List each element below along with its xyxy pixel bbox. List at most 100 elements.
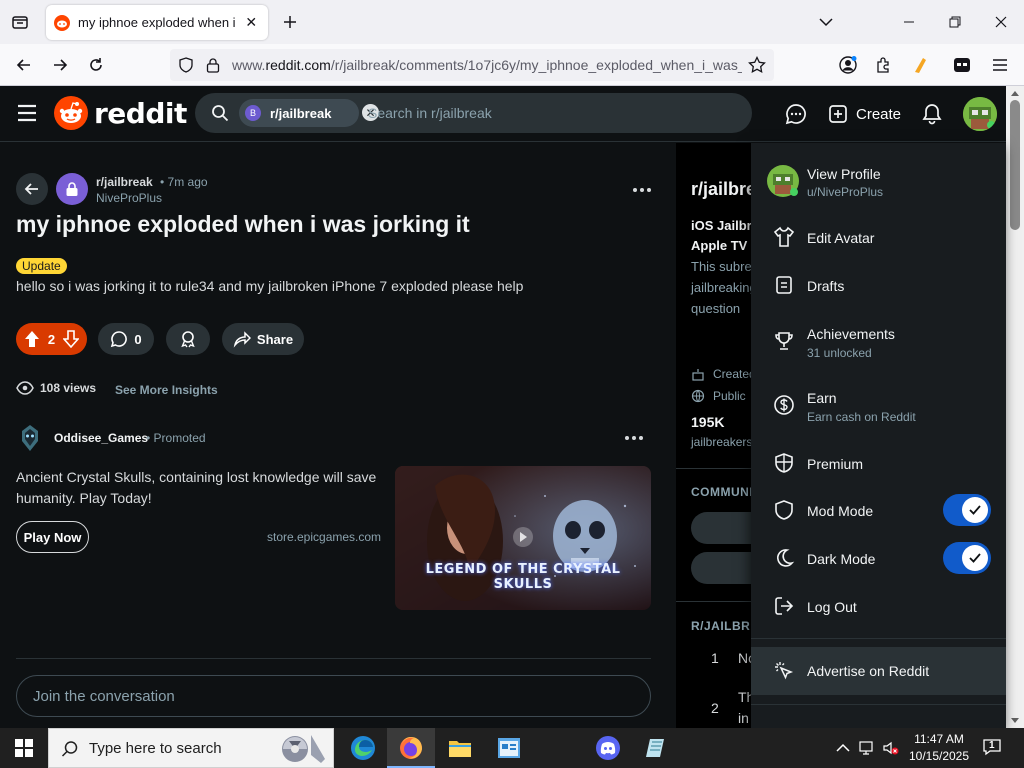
members-label: jailbreakers [691,435,753,449]
user-avatar-button[interactable] [963,97,997,131]
minimize-button[interactable] [895,8,923,36]
list-all-tabs-button[interactable] [812,8,840,36]
lock-icon[interactable] [206,57,220,73]
menu-dark-mode[interactable]: Dark Mode [751,537,1006,579]
menu-view-profile[interactable]: View Profile u/NiveProPlus [751,161,1006,205]
taskbar-discord[interactable] [584,728,632,768]
notifications-button[interactable] [920,102,944,126]
taskbar-notepad-app[interactable] [632,728,680,768]
menu-drafts[interactable]: Drafts [751,265,1006,305]
bookmark-star-icon[interactable] [748,56,766,74]
search-scope-chip[interactable]: B r/jailbreak ✕ [239,99,379,127]
community-bookmark-pill[interactable] [691,512,756,544]
play-now-button[interactable]: Play Now [16,521,89,553]
hamburger-menu-icon[interactable] [16,103,38,123]
upvote-icon[interactable] [24,330,40,348]
sidebar-title[interactable]: r/jailbreak [691,179,756,200]
back-button[interactable] [10,51,38,79]
network-icon[interactable] [858,740,876,756]
account-button[interactable] [834,51,862,79]
rules-section-label: R/JAILBREAK [691,619,756,633]
dark-mode-toggle[interactable] [943,542,991,574]
dot-icon [633,188,637,192]
extension-pen-button[interactable] [906,51,934,79]
taskbar-edge[interactable] [339,728,387,768]
dot-icon [647,188,651,192]
comment-input[interactable]: Join the conversation [16,675,651,717]
ad-overflow-menu[interactable] [620,431,648,445]
lock-icon [66,182,78,196]
menu-advertise[interactable]: Advertise on Reddit [751,647,1006,695]
menu-achievements[interactable]: Achievements 31 unlocked [751,317,1006,365]
chevron-up-icon[interactable] [836,743,850,753]
cake-icon [692,369,704,381]
browser-tab-active[interactable]: my iphnoe exploded when i was jorking it… [46,5,268,40]
create-button[interactable]: Create [828,100,901,128]
back-to-feed-button[interactable] [16,173,48,205]
taskbar-file-explorer[interactable] [436,728,484,768]
see-more-insights-link[interactable]: See More Insights [115,383,218,397]
action-center-button[interactable]: 1 [982,738,1006,758]
scroll-thumb[interactable] [1010,100,1020,230]
menu-label: Achievements [807,326,895,342]
close-window-button[interactable] [987,8,1015,36]
post-author[interactable]: NiveProPlus [96,191,162,205]
ad-domain[interactable]: store.epicgames.com [267,530,381,544]
reddit-wordmark[interactable]: reddit [94,97,187,130]
menu-earn[interactable]: Earn Earn cash on Reddit [751,381,1006,429]
advertiser-name[interactable]: Oddisee_Games [54,431,148,445]
share-button[interactable]: Share [222,323,304,355]
reload-button[interactable] [82,51,110,79]
menu-premium[interactable]: Premium [751,443,1006,483]
menu-log-out[interactable]: Log Out [751,586,1006,626]
app-menu-button[interactable] [986,51,1014,79]
advertiser-avatar[interactable] [16,423,44,453]
scroll-up-icon[interactable] [1011,90,1019,96]
chat-button[interactable] [784,102,808,126]
taskbar-search[interactable]: Type here to search [48,728,334,768]
post-flair[interactable]: Update [16,258,67,274]
post-overflow-menu[interactable] [628,183,656,197]
ad-video-thumbnail[interactable]: LEGEND OF THE CRYSTAL SKULLS [395,466,651,610]
shirt-icon [773,226,795,247]
tab-list-button[interactable] [6,8,34,36]
url-bar[interactable]: www.reddit.com/r/jailbreak/comments/1o7j… [170,49,774,81]
ad-text[interactable]: Ancient Crystal Skulls, containing lost … [16,467,388,509]
extensions-button[interactable] [870,51,898,79]
menu-label: Dark Mode [807,551,876,567]
downvote-icon[interactable] [62,330,79,348]
vote-count: 2 [47,331,56,347]
search-input[interactable]: Search in r/jailbreak [368,105,492,121]
menu-divider [751,704,1006,705]
shield-icon[interactable] [178,57,194,73]
subreddit-link[interactable]: r/jailbreak [96,175,153,189]
rule-text[interactable]: in [738,710,749,726]
subreddit-avatar[interactable] [56,173,88,205]
reddit-logo-icon[interactable] [54,96,88,130]
start-button[interactable] [0,728,48,768]
new-tab-button[interactable] [278,10,302,34]
forward-button[interactable] [46,51,74,79]
mod-shield-icon [775,500,793,520]
community-bookmark-pill[interactable] [691,552,756,584]
restore-button[interactable] [941,8,969,36]
menu-edit-avatar[interactable]: Edit Avatar [751,217,1006,257]
premium-shield-icon [775,453,793,473]
menu-mod-mode[interactable]: Mod Mode [751,489,1006,531]
search-bar[interactable]: B r/jailbreak ✕ Search in r/jailbreak [195,93,752,133]
extension-mask-button[interactable] [948,51,976,79]
menu-sublabel: Earn cash on Reddit [807,410,916,424]
taskbar-control-panel[interactable] [485,728,533,768]
taskbar-clock[interactable]: 11:47 AM 10/15/2025 [904,731,974,765]
page-scrollbar[interactable] [1006,86,1024,728]
volume-muted-icon[interactable] [882,740,900,756]
comments-button[interactable]: 0 [98,323,154,355]
award-button[interactable] [166,323,210,355]
scroll-down-icon[interactable] [1011,718,1019,724]
tab-close-icon[interactable]: ✕ [243,14,260,32]
taskbar-firefox[interactable] [387,728,435,768]
mod-mode-toggle[interactable] [943,494,991,526]
globe-icon [691,389,705,403]
vote-control: 2 [16,323,87,355]
ad-image-title: LEGEND OF THE CRYSTAL SKULLS [425,562,621,592]
